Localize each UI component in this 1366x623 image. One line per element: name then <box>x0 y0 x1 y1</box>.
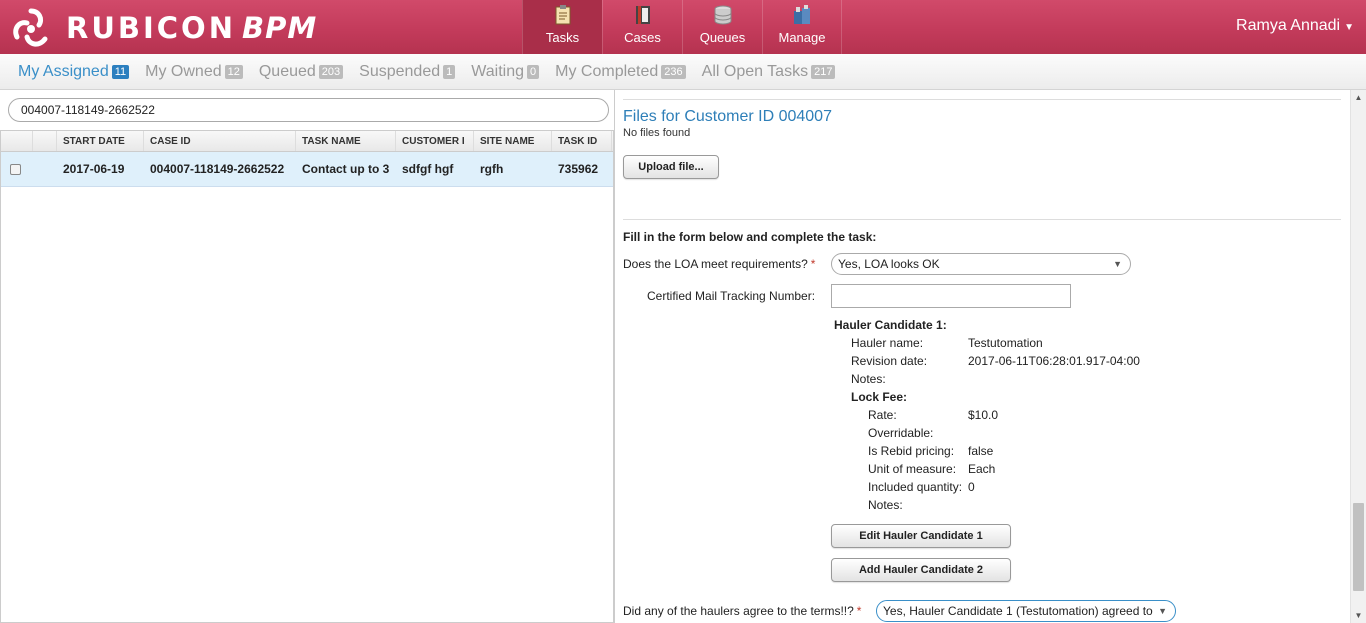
unit-of-measure-value: Each <box>968 462 996 476</box>
no-files-text: No files found <box>623 127 691 139</box>
tab-all-open-tasks[interactable]: All Open Tasks 217 <box>702 63 836 81</box>
files-title: Files for Customer ID 004007 <box>623 108 832 125</box>
notes-label: Notes: <box>851 372 886 386</box>
unit-of-measure-label: Unit of measure: <box>868 462 957 476</box>
form-intro: Fill in the form below and complete the … <box>623 230 877 244</box>
flag-column-header <box>33 131 57 151</box>
task-grid: START DATE CASE ID TASK NAME CUSTOMER I … <box>0 130 614 623</box>
loa-label: Does the LOA meet requirements? * <box>623 257 816 271</box>
column-site-name[interactable]: SITE NAME <box>474 131 552 151</box>
rubicon-logo-icon[interactable] <box>9 7 53 49</box>
column-start-date[interactable]: START DATE <box>57 131 144 151</box>
task-detail-pane: Files for Customer ID 004007 No files fo… <box>616 90 1350 623</box>
agree-label: Did any of the haulers agree to the term… <box>623 604 862 618</box>
tab-waiting[interactable]: Waiting 0 <box>471 63 540 81</box>
main-nav: Tasks Cases Queues Manage <box>522 0 842 54</box>
detail-scrollbar[interactable]: ▲ ▼ <box>1350 90 1366 623</box>
column-customer[interactable]: CUSTOMER I <box>396 131 474 151</box>
required-mark: * <box>810 257 816 271</box>
column-case-id[interactable]: CASE ID <box>144 131 296 151</box>
scroll-thumb[interactable] <box>1353 503 1364 591</box>
rebid-value: false <box>968 444 994 458</box>
brand-name: RUBICON BPM <box>66 11 318 45</box>
database-icon <box>714 5 731 25</box>
haulers-agree-select[interactable]: Yes, Hauler Candidate 1 (Testutomation) … <box>876 600 1176 622</box>
nav-manage[interactable]: Manage <box>762 0 842 54</box>
tracking-number-input[interactable] <box>831 284 1071 308</box>
revision-date-value: 2017-06-11T06:28:01.917-04:00 <box>968 354 1140 368</box>
search-input[interactable] <box>8 98 609 122</box>
nav-cases-label: Cases <box>624 30 661 45</box>
column-task-name[interactable]: TASK NAME <box>296 131 396 151</box>
cell-customer: sdfgf hgf <box>402 162 454 176</box>
nav-tasks[interactable]: Tasks <box>522 0 602 54</box>
count-badge: 11 <box>111 65 130 79</box>
loa-select[interactable]: Yes, LOA looks OK ▼ <box>831 253 1131 275</box>
rebid-label: Is Rebid pricing: <box>868 444 955 458</box>
tracking-label: Certified Mail Tracking Number: <box>647 289 816 303</box>
count-badge: 203 <box>318 65 344 79</box>
dropdown-arrow-icon: ▼ <box>1113 259 1122 269</box>
rate-label: Rate: <box>868 408 897 422</box>
count-badge: 1 <box>443 65 456 79</box>
divider <box>623 219 1341 220</box>
included-quantity-label: Included quantity: <box>868 480 963 494</box>
tab-suspended[interactable]: Suspended 1 <box>359 63 456 81</box>
scroll-up-icon[interactable]: ▲ <box>1351 90 1366 105</box>
notes-label: Notes: <box>868 498 903 512</box>
cell-site-name: rgfh <box>480 162 504 176</box>
task-list-pane: START DATE CASE ID TASK NAME CUSTOMER I … <box>0 90 615 623</box>
overridable-label: Overridable: <box>868 426 934 440</box>
count-badge: 236 <box>661 65 686 79</box>
tools-icon <box>794 5 810 24</box>
count-badge: 0 <box>527 65 540 79</box>
nav-queues-label: Queues <box>699 30 746 45</box>
hauler-name-value: Testutomation <box>968 336 1043 350</box>
required-mark: * <box>856 604 862 618</box>
nav-tasks-label: Tasks <box>545 30 580 45</box>
user-name: Ramya Annadi <box>1236 17 1341 34</box>
caret-down-icon: ▼ <box>1344 22 1354 33</box>
grid-header: START DATE CASE ID TASK NAME CUSTOMER I … <box>1 131 613 152</box>
hauler-heading: Hauler Candidate 1: <box>834 318 947 332</box>
cell-task-name: Contact up to 3 <box>302 162 390 176</box>
revision-date-label: Revision date: <box>851 354 928 368</box>
select-column-header <box>1 131 33 151</box>
add-hauler-candidate-button[interactable]: Add Hauler Candidate 2 <box>831 558 1011 582</box>
tab-my-completed[interactable]: My Completed 236 <box>555 63 686 81</box>
task-tabs: My Assigned 11 My Owned 12 Queued 203 Suspe… <box>0 54 1366 90</box>
upload-file-button[interactable]: Upload file... <box>623 155 719 179</box>
scroll-down-icon[interactable]: ▼ <box>1351 608 1366 623</box>
book-icon <box>635 6 650 24</box>
rate-value: $10.0 <box>968 408 999 422</box>
tab-my-assigned[interactable]: My Assigned 11 <box>18 63 130 81</box>
edit-hauler-candidate-button[interactable]: Edit Hauler Candidate 1 <box>831 524 1011 548</box>
row-checkbox[interactable] <box>10 164 21 176</box>
nav-manage-label: Manage <box>778 30 826 45</box>
cell-case-id: 004007-118149-2662522 <box>150 162 285 176</box>
column-task-id[interactable]: TASK ID <box>552 131 612 151</box>
divider <box>623 99 1341 100</box>
cell-task-id: 735962 <box>558 162 599 176</box>
nav-cases[interactable]: Cases <box>602 0 682 54</box>
included-quantity-value: 0 <box>968 480 975 494</box>
tab-my-owned[interactable]: My Owned 12 <box>145 63 243 81</box>
dropdown-arrow-icon: ▼ <box>1158 606 1167 616</box>
tab-queued[interactable]: Queued 203 <box>259 63 344 81</box>
count-badge: 12 <box>224 65 243 79</box>
table-row[interactable]: 2017-06-19 004007-118149-2662522 Contact… <box>1 152 613 187</box>
count-badge: 217 <box>811 65 836 79</box>
top-bar: RUBICON BPM Tasks Cases Queues Manage Ram… <box>0 0 1366 54</box>
clipboard-icon <box>555 5 570 25</box>
user-menu[interactable]: Ramya Annadi ▼ <box>1236 17 1354 35</box>
lock-fee-heading: Lock Fee: <box>851 390 908 404</box>
hauler-name-label: Hauler name: <box>851 336 924 350</box>
cell-start-date: 2017-06-19 <box>63 162 125 176</box>
nav-queues[interactable]: Queues <box>682 0 762 54</box>
